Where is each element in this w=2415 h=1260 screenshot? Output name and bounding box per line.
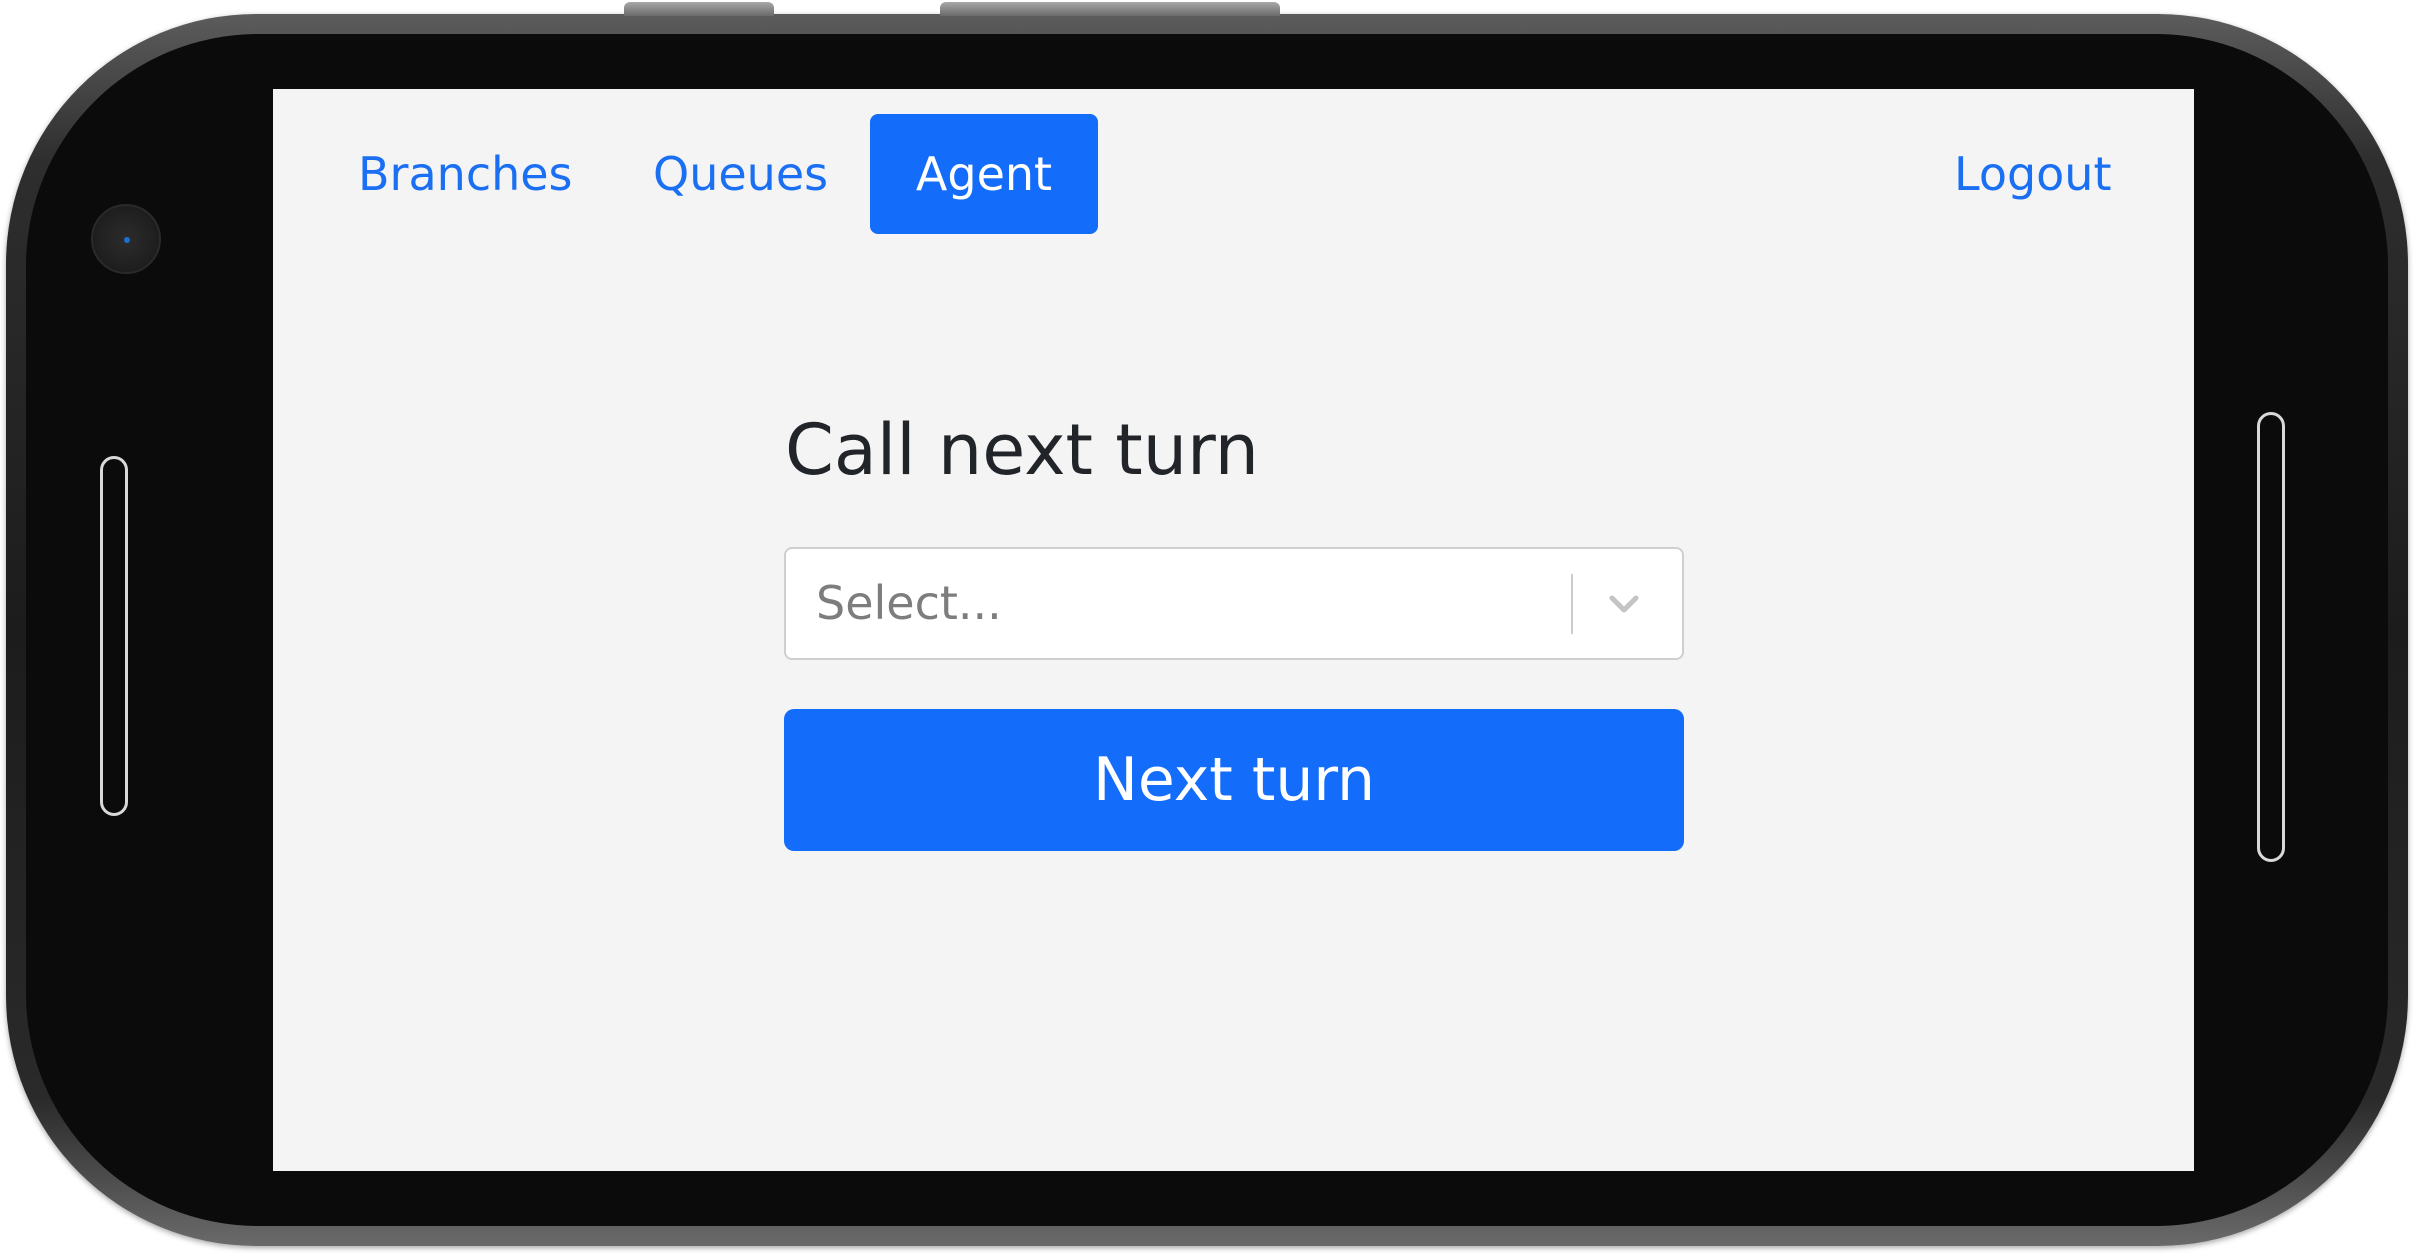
front-camera <box>91 204 161 274</box>
phone-volume-button <box>624 2 774 16</box>
select-separator <box>1571 574 1573 634</box>
camera-lens <box>124 237 130 243</box>
logout-link[interactable]: Logout <box>1954 114 2112 234</box>
select-placeholder: Select... <box>816 576 1002 630</box>
page-title: Call next turn <box>785 409 1259 491</box>
phone-power-button <box>940 2 1280 16</box>
nav-branches-link[interactable]: Branches <box>358 114 573 234</box>
app-screen: Branches Queues Agent Logout Call next t… <box>273 89 2194 1171</box>
nav-queues-link[interactable]: Queues <box>653 114 828 234</box>
next-turn-button[interactable]: Next turn <box>784 709 1684 851</box>
top-navigation: Branches Queues Agent Logout <box>273 114 2194 234</box>
chevron-down-icon[interactable] <box>1599 579 1649 629</box>
queue-select[interactable]: Select... <box>784 547 1684 660</box>
nav-agent-link[interactable]: Agent <box>870 114 1098 234</box>
phone-speaker-right <box>2257 412 2285 862</box>
phone-speaker-left <box>100 456 128 816</box>
